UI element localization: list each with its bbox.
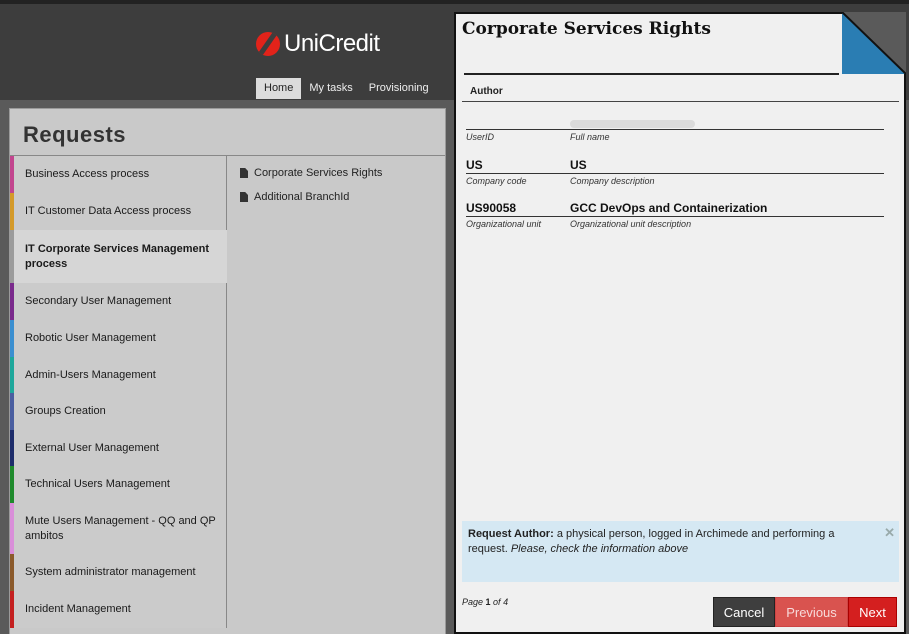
org-unit-description-label: Organizational unit description <box>570 219 692 229</box>
close-icon[interactable]: ✕ <box>884 525 895 540</box>
company-description-label: Company description <box>570 176 655 186</box>
unicredit-logo-icon <box>256 32 280 56</box>
process-item-label: Admin-Users Management <box>25 368 156 381</box>
process-item[interactable]: Secondary User Management <box>10 283 227 320</box>
process-item[interactable]: IT Corporate Services Management process <box>10 230 227 283</box>
process-item-label: System administrator management <box>25 566 196 578</box>
process-item-label: Technical Users Management <box>25 478 170 490</box>
info-alert-hint: Please, check the information above <box>510 543 689 555</box>
process-list: Business Access process IT Customer Data … <box>10 156 227 628</box>
process-item[interactable]: Business Access process <box>10 156 227 193</box>
request-item[interactable]: Additional BranchId <box>240 185 382 209</box>
page-total: 4 <box>503 597 509 607</box>
page-curl-icon <box>842 12 906 74</box>
next-button[interactable]: Next <box>848 597 897 627</box>
dialog-title: Corporate Services Rights <box>462 19 711 39</box>
fullname-value <box>570 120 695 129</box>
page-indicator: Page 1 of 4 <box>462 597 508 607</box>
process-item-label: Incident Management <box>25 603 131 615</box>
requests-panel: Requests Business Access process IT Custo… <box>9 108 446 634</box>
process-item-label: Groups Creation <box>25 405 106 417</box>
process-item[interactable]: External User Management <box>10 430 227 466</box>
author-field-row-userid: UserID Full name <box>466 114 884 142</box>
org-unit-label: Organizational unit <box>466 219 542 229</box>
request-item-list: Corporate Services Rights Additional Bran… <box>240 161 382 209</box>
request-item-label: Additional BranchId <box>254 191 350 203</box>
document-icon <box>240 192 248 202</box>
process-item[interactable]: Groups Creation <box>10 393 227 430</box>
company-code-value: US <box>466 158 483 172</box>
author-field-row-org-unit: US90058 GCC DevOps and Containerization … <box>466 201 884 229</box>
main-nav: Home My tasks Provisioning <box>256 78 437 99</box>
title-underline <box>464 73 839 75</box>
request-item[interactable]: Corporate Services Rights <box>240 161 382 185</box>
company-code-label: Company code <box>466 176 527 186</box>
info-alert-title: Request Author: <box>468 528 554 540</box>
request-item-label: Corporate Services Rights <box>254 167 383 179</box>
logo-text: UniCredit <box>284 30 380 57</box>
userid-value <box>466 128 570 129</box>
company-description-value: US <box>570 158 587 172</box>
process-item[interactable]: Technical Users Management <box>10 466 227 503</box>
page-title: Requests <box>23 122 127 147</box>
page-prefix: Page <box>462 597 486 607</box>
userid-label: UserID <box>466 132 495 142</box>
org-unit-description-value: GCC DevOps and Containerization <box>570 201 768 215</box>
previous-button[interactable]: Previous <box>775 597 848 627</box>
author-section-heading: Author <box>462 82 899 102</box>
process-item[interactable]: Mute Users Management - QQ and QP ambito… <box>10 503 227 554</box>
document-icon <box>240 168 248 178</box>
author-field-row-company: US US Company code Company description <box>466 158 884 186</box>
unicredit-logo[interactable]: UniCredit <box>256 29 380 59</box>
dialog-buttons: Cancel Previous Next <box>713 597 897 627</box>
process-item[interactable]: Robotic User Management <box>10 320 227 357</box>
process-item-label: External User Management <box>25 441 159 454</box>
process-item-label: IT Corporate Services Management process <box>25 242 210 270</box>
nav-tab-home[interactable]: Home <box>256 78 302 99</box>
process-item[interactable]: Incident Management <box>10 591 227 628</box>
redacted-value <box>570 120 695 128</box>
process-item-label: Mute Users Management - QQ and QP ambito… <box>25 514 216 542</box>
nav-tab-my-tasks[interactable]: My tasks <box>301 78 360 99</box>
request-dialog: Corporate Services Rights Author UserID … <box>454 12 906 634</box>
process-item[interactable]: Admin-Users Management <box>10 357 227 393</box>
fullname-label: Full name <box>570 132 610 142</box>
process-item[interactable]: IT Customer Data Access process <box>10 193 227 230</box>
process-item-label: Business Access process <box>25 168 150 180</box>
org-unit-value: US90058 <box>466 201 517 215</box>
process-item-label: Secondary User Management <box>25 295 172 307</box>
info-alert: Request Author: a physical person, logge… <box>462 521 899 582</box>
process-item-label: IT Customer Data Access process <box>25 205 192 217</box>
cancel-button[interactable]: Cancel <box>713 597 775 627</box>
process-item[interactable]: System administrator management <box>10 554 227 591</box>
nav-tab-provisioning[interactable]: Provisioning <box>361 78 437 99</box>
page-of: of <box>490 597 504 607</box>
process-item-label: Robotic User Management <box>25 332 156 344</box>
